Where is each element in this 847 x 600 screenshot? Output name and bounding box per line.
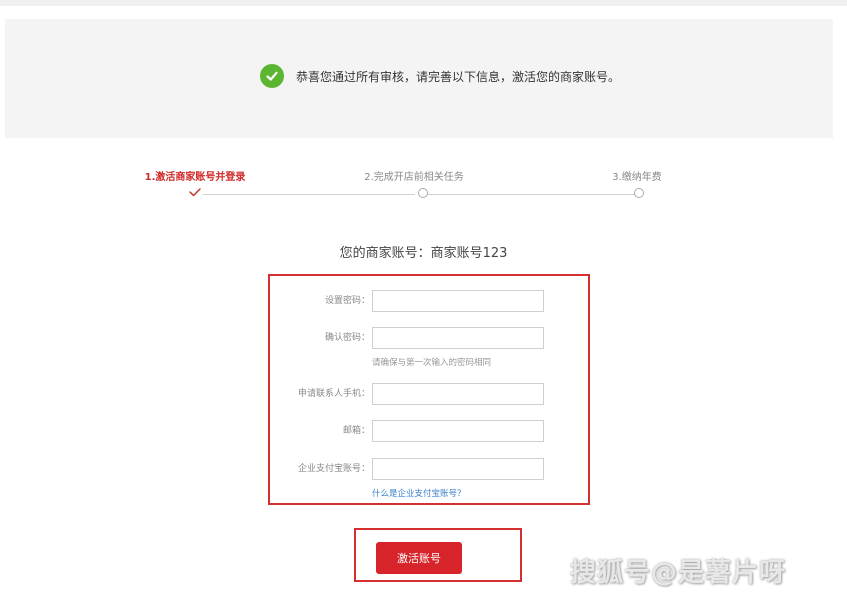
password-input[interactable] [372, 290, 544, 312]
phone-label: 申请联系人手机： [297, 389, 370, 399]
banner-content: 恭喜您通过所有审核，请完善以下信息，激活您的商家账号。 [260, 63, 620, 89]
success-banner: 恭喜您通过所有审核，请完善以下信息，激活您的商家账号。 [5, 19, 833, 138]
activation-form: 设置密码： 确认密码： 请确保与第一次输入的密码相同 申请联系人手机： 邮箱： … [268, 274, 590, 505]
step-2-label: 2.完成开店前相关任务 [364, 172, 464, 183]
password-label: 设置密码： [324, 296, 370, 306]
check-circle-icon [260, 64, 284, 88]
confirm-password-row: 确认密码： [270, 327, 588, 349]
watermark: 搜狐号@是薯片呀 [570, 558, 787, 588]
step-1-label: 1.激活商家账号并登录 [144, 172, 246, 183]
step-3-label: 3.缴纳年费 [612, 172, 662, 183]
confirm-password-input[interactable] [372, 327, 544, 349]
phone-row: 申请联系人手机： [270, 383, 588, 405]
step-connector-1 [203, 194, 415, 195]
confirm-password-label: 确认密码： [324, 333, 370, 343]
email-label: 邮箱： [342, 426, 370, 436]
email-row: 邮箱： [270, 420, 588, 442]
banner-message: 恭喜您通过所有审核，请完善以下信息，激活您的商家账号。 [296, 69, 621, 84]
merchant-account-text: 您的商家账号：商家账号123 [339, 246, 508, 261]
alipay-help-link[interactable]: 什么是企业支付宝账号？ [372, 487, 466, 499]
progress-steps: 1.激活商家账号并登录 2.完成开店前相关任务 3.缴纳年费 [0, 160, 847, 210]
submit-highlight: 激活账号 [354, 528, 522, 582]
alipay-row: 企业支付宝账号： [270, 458, 588, 480]
alipay-input[interactable] [372, 458, 544, 480]
password-row: 设置密码： [270, 290, 588, 312]
activate-account-button[interactable]: 激活账号 [376, 542, 462, 574]
step-connector-2 [428, 194, 635, 195]
step-3-marker-icon [634, 188, 644, 198]
step-done-check-icon [189, 188, 201, 197]
step-2-marker-icon [418, 188, 428, 198]
top-strip [0, 0, 847, 6]
confirm-password-hint: 请确保与第一次输入的密码相同 [372, 358, 492, 368]
email-input[interactable] [372, 420, 544, 442]
phone-input[interactable] [372, 383, 544, 405]
alipay-label: 企业支付宝账号： [297, 464, 370, 474]
